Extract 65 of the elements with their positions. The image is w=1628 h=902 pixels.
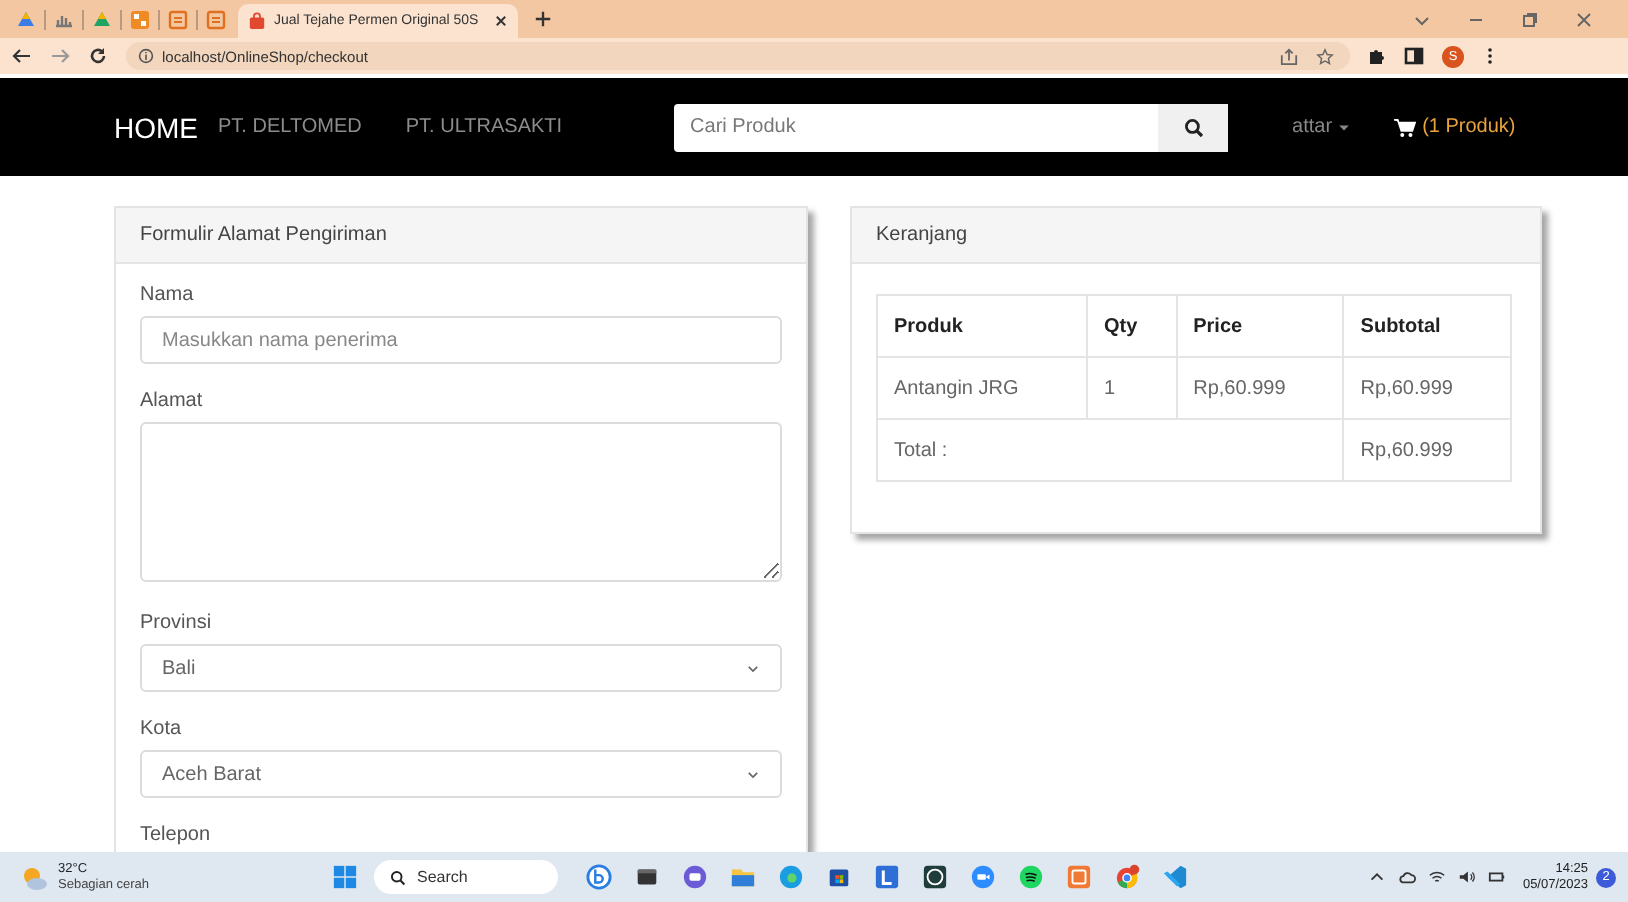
table-cell: Rp,60.999	[1343, 357, 1511, 419]
speaker-icon[interactable]	[1458, 868, 1477, 886]
field-label: Nama	[140, 284, 196, 306]
forward-arrow-icon[interactable]	[50, 46, 70, 66]
shopping-bag-icon	[248, 12, 266, 30]
folder-icon[interactable]	[729, 864, 755, 890]
star-icon[interactable]	[1316, 47, 1334, 65]
field-label: Telepon	[140, 824, 213, 846]
close-tab-icon[interactable]	[494, 14, 509, 28]
search-icon	[389, 869, 405, 885]
info-icon[interactable]	[138, 48, 154, 64]
table-cell: Antangin JRG	[877, 357, 1088, 419]
back-arrow-icon[interactable]	[12, 46, 32, 66]
chevron-up-icon[interactable]	[1368, 868, 1387, 886]
terminal-icon[interactable]	[633, 864, 659, 890]
column-header: Subtotal	[1343, 295, 1511, 357]
restore-icon[interactable]	[1520, 9, 1540, 29]
dropdown[interactable]: Aceh Barat	[140, 750, 782, 798]
cart-link[interactable]: (1 Produk)	[1394, 116, 1516, 138]
total-value: Rp,60.999	[1343, 419, 1511, 481]
cart-icon	[1394, 117, 1417, 137]
cloud-icon[interactable]	[1398, 868, 1417, 886]
field-label: Kota	[140, 718, 184, 740]
code-editor-icon[interactable]	[1161, 864, 1187, 890]
video-call-icon[interactable]	[969, 864, 995, 890]
start-icon[interactable]	[331, 864, 357, 890]
share-icon[interactable]	[1280, 47, 1298, 65]
caret-icon	[1338, 123, 1351, 131]
column-header: Produk	[877, 295, 1088, 357]
app-tile-icon[interactable]	[1065, 864, 1091, 890]
close-icon[interactable]	[1574, 9, 1594, 29]
l-tile-icon[interactable]	[873, 864, 899, 890]
home-link[interactable]: HOME	[114, 111, 198, 143]
new-tab-icon[interactable]	[534, 10, 553, 28]
search-button[interactable]	[1158, 103, 1229, 151]
search-icon	[1183, 117, 1204, 137]
sidebar-icon[interactable]	[1404, 46, 1424, 66]
nav-link[interactable]: PT. ULTRASAKTI	[405, 116, 563, 138]
chrome-icon[interactable]	[1113, 864, 1139, 890]
total-label: Total :	[877, 419, 1344, 481]
store-icon[interactable]	[825, 864, 851, 890]
column-header: Qty	[1087, 295, 1177, 357]
triangle-icon[interactable]	[16, 9, 36, 29]
puzzle-icon[interactable]	[1366, 46, 1386, 66]
circle-letter-icon[interactable]	[585, 864, 611, 890]
column-header: Price	[1176, 295, 1344, 357]
card-title: Keranjang	[876, 224, 968, 246]
field-label: Alamat	[140, 390, 205, 412]
chevron-down-icon	[746, 663, 760, 673]
product-search-field[interactable]: Cari Produk	[674, 103, 1159, 151]
chevron-down-icon	[746, 769, 760, 779]
chat-bubble-icon[interactable]	[681, 864, 707, 890]
grid-icon[interactable]	[130, 9, 150, 29]
wifi-icon[interactable]	[1428, 868, 1447, 886]
text-field[interactable]: Masukkan nama penerima	[140, 316, 782, 364]
user-menu[interactable]: attar	[1292, 116, 1351, 138]
table-cell: Rp,60.999	[1176, 357, 1344, 419]
taskbar-search-field[interactable]: Search	[373, 860, 557, 894]
dropdown[interactable]: Bali	[140, 644, 782, 692]
table-cell: 1	[1087, 357, 1177, 419]
battery-icon[interactable]	[1488, 868, 1507, 886]
card-title: Formulir Alamat Pengiriman	[140, 224, 387, 246]
field-label: Provinsi	[140, 612, 214, 634]
nav-link[interactable]: PT. DELTOMED	[218, 116, 362, 138]
reload-icon[interactable]	[88, 46, 108, 66]
